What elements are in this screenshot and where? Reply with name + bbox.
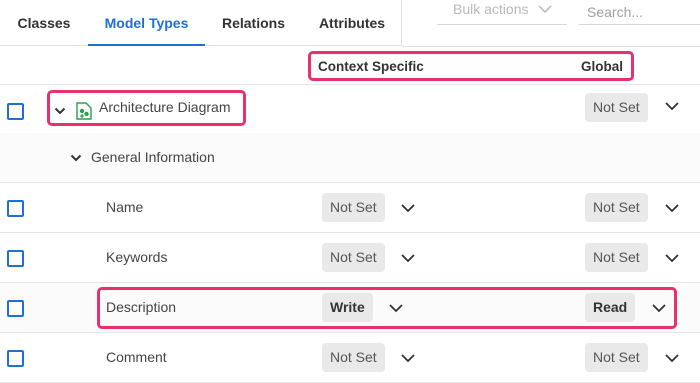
global-permission-select[interactable]: Read (585, 293, 636, 322)
global-permission-select[interactable]: Not Set (585, 343, 648, 372)
tab-bar: Classes Model Types Relations Attributes (0, 0, 402, 46)
context-permission-select[interactable]: Not Set (322, 243, 385, 272)
column-context-specific: Context Specific (318, 59, 424, 74)
chevron-down-icon[interactable] (388, 302, 404, 314)
context-permission-select[interactable]: Not Set (322, 193, 385, 222)
bulk-actions-dropdown[interactable]: Bulk actions (437, 0, 567, 25)
row-checkbox[interactable] (7, 250, 24, 267)
tab-classes[interactable]: Classes (0, 0, 88, 46)
attribute-label: Keywords (106, 249, 168, 265)
row-checkbox[interactable] (7, 200, 24, 217)
chevron-down-icon[interactable] (664, 352, 680, 364)
context-permission-select[interactable]: Write (322, 293, 373, 322)
tab-attributes[interactable]: Attributes (302, 0, 402, 46)
attribute-row: Name Not Set Not Set (0, 183, 700, 233)
column-global: Global (581, 59, 624, 74)
attribute-label: Name (106, 199, 144, 215)
chevron-down-icon[interactable] (664, 202, 680, 214)
attribute-row: Description Write Read (0, 283, 700, 333)
chevron-down-icon[interactable] (70, 152, 82, 164)
bulk-actions-label: Bulk actions (453, 1, 529, 17)
diagram-icon (76, 102, 92, 120)
context-permission-select[interactable]: Not Set (322, 343, 385, 372)
chevron-down-icon[interactable] (664, 100, 680, 112)
chevron-down-icon (538, 5, 552, 14)
group-row: General Information (0, 133, 700, 183)
search-input[interactable] (579, 0, 700, 25)
model-type-row: Architecture Diagram Not Set (0, 86, 700, 136)
chevron-down-icon[interactable] (400, 252, 416, 264)
global-permission-select[interactable]: Not Set (585, 193, 648, 222)
chevron-down-icon[interactable] (400, 352, 416, 364)
chevron-down-icon[interactable] (400, 202, 416, 214)
chevron-down-icon[interactable] (651, 302, 667, 314)
attribute-label: Description (106, 299, 177, 315)
global-permission-select[interactable]: Not Set (585, 243, 648, 272)
chevron-down-icon[interactable] (664, 252, 680, 264)
attribute-label: Comment (106, 349, 167, 365)
model-type-label: Architecture Diagram (99, 99, 231, 115)
group-label: General Information (91, 149, 215, 165)
row-checkbox[interactable] (7, 350, 24, 367)
column-header-row: Context Specific Global (0, 47, 700, 85)
row-checkbox[interactable] (7, 103, 24, 120)
global-permission-select[interactable]: Not Set (585, 93, 648, 122)
attribute-row: Comment Not Set Not Set (0, 333, 700, 383)
attribute-row: Keywords Not Set Not Set (0, 233, 700, 283)
row-checkbox[interactable] (7, 300, 24, 317)
chevron-down-icon[interactable] (54, 105, 66, 117)
tab-relations[interactable]: Relations (205, 0, 302, 46)
tab-model-types[interactable]: Model Types (88, 0, 205, 46)
